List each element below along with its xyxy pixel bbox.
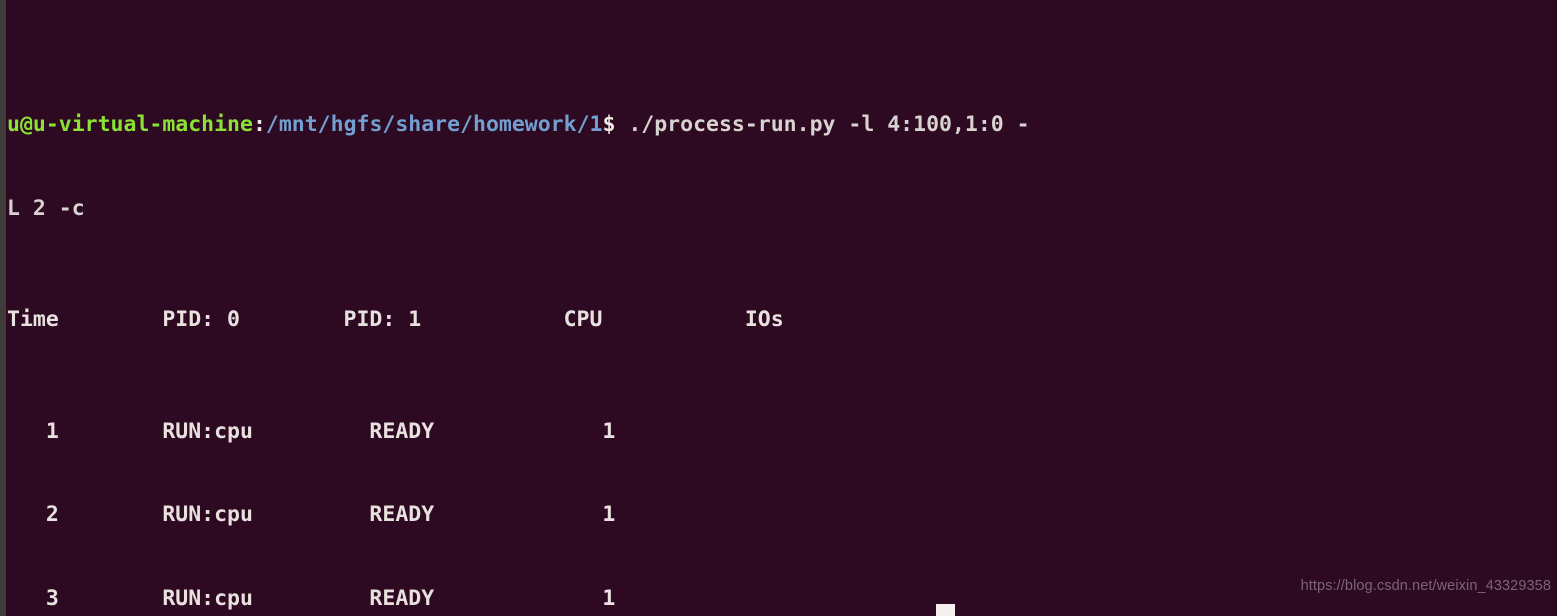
- command-text: ./process-run.py -l 4:100,1:0 -: [615, 112, 1030, 138]
- prompt-separator: :: [252, 112, 266, 138]
- watermark-text: https://blog.csdn.net/weixin_43329358: [1300, 578, 1551, 594]
- prompt-path: /mnt/hgfs/share/homework/1: [265, 112, 603, 138]
- table-row-text: 2 RUN:cpu READY 1: [7, 502, 616, 528]
- table-header: Time PID: 0 PID: 1 CPU IOs: [7, 306, 1557, 334]
- terminal-cursor: [936, 604, 955, 616]
- table-row: 2 RUN:cpu READY 1: [7, 501, 1557, 529]
- prompt-user-host: u@u-virtual-machine: [7, 112, 253, 138]
- table-row-text: 3 RUN:cpu READY 1: [7, 585, 616, 611]
- command-wrap-text: L 2 -c: [7, 195, 85, 221]
- terminal-screen[interactable]: u@u-virtual-machine:/mnt/hgfs/share/home…: [7, 0, 1557, 616]
- command-wrap-line: L 2 -c: [7, 195, 1557, 223]
- prompt-line: u@u-virtual-machine:/mnt/hgfs/share/home…: [7, 111, 1557, 139]
- window-left-border: [0, 0, 6, 616]
- table-row: 1 RUN:cpu READY 1: [7, 418, 1557, 446]
- terminal-window[interactable]: u@u-virtual-machine:/mnt/hgfs/share/home…: [0, 0, 1557, 616]
- prompt-symbol: $: [602, 112, 616, 138]
- table-row-text: 1 RUN:cpu READY 1: [7, 418, 616, 444]
- table-header-text: Time PID: 0 PID: 1 CPU IOs: [7, 307, 784, 333]
